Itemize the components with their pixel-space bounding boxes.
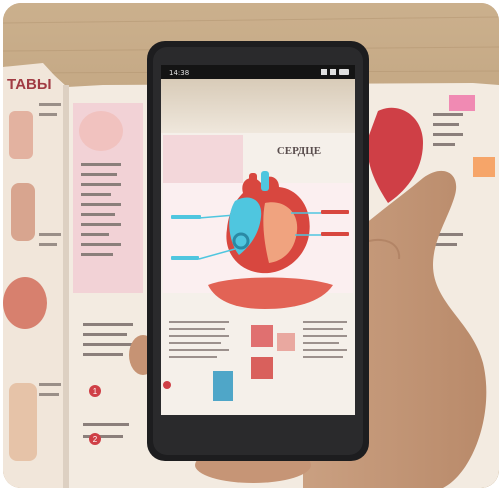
number-badge-1-text: 1 [93,387,98,396]
smartphone: 14:38 СЕРДЦЕ [147,41,369,461]
screen-heading: СЕРДЦЕ [277,145,321,157]
bone-illustration [9,111,33,159]
lungs-illustration [79,111,123,151]
status-time: 14:38 [169,69,189,77]
pink-sticky-note [449,95,475,111]
signal-icon [321,69,327,75]
wifi-icon [330,69,336,75]
camera-view-top [161,79,355,133]
book-spine [63,85,69,488]
book-header-text: ТАВЫ [7,76,52,93]
screen-badge [163,381,171,389]
leg-bone-illustration [9,383,37,461]
number-badge-2-text: 2 [93,435,98,444]
photo-scene: ТАВЫ 1 2 14:38 СЕРДЦЕ [3,3,499,488]
knee-illustration [3,277,47,329]
photo-frame: ТАВЫ 1 2 14:38 СЕРДЦЕ [3,3,499,488]
orange-sticky-note [473,157,495,177]
battery-icon [339,69,349,75]
joint-illustration [11,183,35,241]
